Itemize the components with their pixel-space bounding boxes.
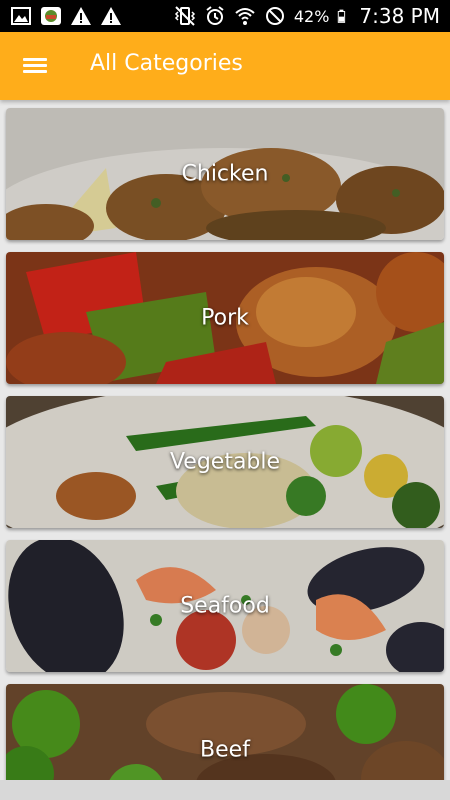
category-label: Chicken bbox=[181, 161, 269, 187]
wifi-icon bbox=[235, 8, 255, 25]
category-label: Seafood bbox=[180, 593, 270, 619]
status-notifications bbox=[10, 5, 122, 27]
category-label: Beef bbox=[200, 737, 250, 763]
category-card-vegetable[interactable]: Vegetable bbox=[6, 396, 444, 528]
clock: 7:38 PM bbox=[359, 4, 440, 28]
menu-button[interactable] bbox=[20, 52, 50, 80]
bottom-bar bbox=[0, 780, 450, 800]
battery-percent: 42% bbox=[293, 6, 330, 26]
alarm-icon bbox=[206, 6, 224, 25]
category-label: Pork bbox=[201, 305, 249, 331]
category-list[interactable]: Chicken Pork Vegetable Seafood Beef bbox=[0, 100, 450, 780]
category-card-beef[interactable]: Beef bbox=[6, 684, 444, 780]
category-card-seafood[interactable]: Seafood bbox=[6, 540, 444, 672]
category-card-chicken[interactable]: Chicken bbox=[6, 108, 444, 240]
status-bar: 42% 7:38 PM bbox=[0, 0, 450, 32]
do-not-disturb-icon bbox=[265, 7, 284, 25]
hamburger-icon bbox=[23, 58, 47, 61]
warning-icon bbox=[101, 7, 121, 25]
gallery-icon bbox=[11, 7, 31, 25]
category-label: Vegetable bbox=[169, 449, 281, 475]
app-bar: All Categories bbox=[0, 32, 450, 100]
beef-image bbox=[6, 684, 444, 780]
page-title: All Categories bbox=[90, 51, 243, 76]
category-card-pork[interactable]: Pork bbox=[6, 252, 444, 384]
warning-icon bbox=[71, 7, 91, 25]
app-notification-icon bbox=[41, 7, 61, 25]
vibrate-icon bbox=[174, 6, 195, 26]
battery-icon bbox=[338, 9, 346, 23]
status-system: 42% 7:38 PM bbox=[174, 0, 440, 32]
